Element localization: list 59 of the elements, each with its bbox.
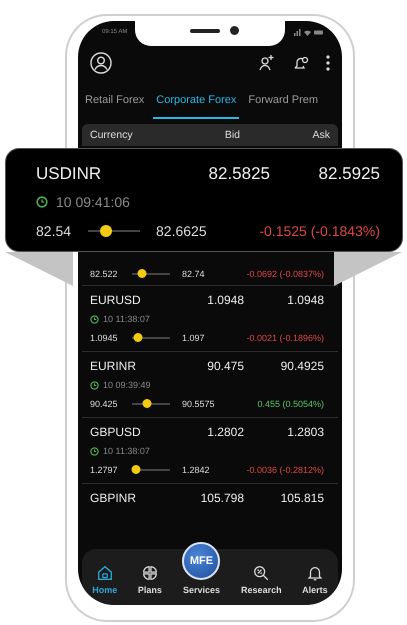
tab[interactable]: Retail Forex <box>82 83 148 119</box>
currency-pair: GBPINR <box>90 491 138 505</box>
nav-item[interactable]: Home <box>92 564 118 595</box>
ask-price: 1.0948 <box>286 293 324 307</box>
column-header: Currency <box>90 129 134 141</box>
timestamp: 10 11:38:07 <box>103 446 150 456</box>
status-icons <box>294 28 324 36</box>
home-icon <box>96 564 114 582</box>
currency-pair: EURINR <box>90 359 138 373</box>
nav-item[interactable]: Plans <box>138 564 162 595</box>
rate-row[interactable]: GBPUSD 1.2802 1.2803 10 11:38:07 1.2797 1.2842 -0.0036 (-0.2812%) <box>82 418 338 484</box>
price-change: -0.0036 (-0.2812%) <box>245 465 324 475</box>
bell-icon <box>306 564 324 582</box>
nav-item[interactable]: Alerts <box>302 564 328 595</box>
currency-pair: USDINR <box>36 164 102 184</box>
column-header: Ask <box>311 129 330 141</box>
low-price: 90.425 <box>90 399 119 409</box>
low-price: 82.522 <box>90 269 119 279</box>
rate-row[interactable]: EURINR 90.475 90.4925 10 09:39:49 90.425 90.5575 0.455 (0.5054%) <box>82 352 338 418</box>
nav-item[interactable]: Research <box>241 564 282 595</box>
profile-icon[interactable] <box>90 52 112 74</box>
bid-price: 1.0948 <box>206 293 244 307</box>
price-change: -0.0021 (-0.1896%) <box>245 333 324 343</box>
bid-price: 105.798 <box>200 491 244 505</box>
clock-icon <box>90 314 99 324</box>
high-price: 90.5575 <box>182 399 216 409</box>
timestamp: 10 09:41:06 <box>56 194 130 210</box>
currency-pair: EURUSD <box>90 293 142 307</box>
add-user-icon[interactable] <box>258 54 276 72</box>
tab[interactable]: Corporate Forex <box>153 83 240 119</box>
ask-price: 1.2803 <box>286 425 324 439</box>
ask-price: 105.815 <box>280 491 324 505</box>
low-price: 1.2797 <box>90 465 119 475</box>
more-icon[interactable] <box>326 55 330 71</box>
bid-price: 90.475 <box>206 359 244 373</box>
high-price: 82.74 <box>182 269 206 279</box>
low-price: 1.0945 <box>90 333 119 343</box>
clock-icon <box>90 446 99 456</box>
ask-price: 82.5925 <box>318 164 380 184</box>
price-change: -0.1525 (-0.1843%) <box>258 223 380 239</box>
price-change: -0.0692 (-0.0837%) <box>245 269 324 279</box>
clock-icon <box>36 196 48 208</box>
plans-icon <box>140 564 159 582</box>
timestamp: 10 11:38:07 <box>103 314 150 324</box>
low-price: 82.54 <box>36 223 72 239</box>
bid-price: 82.5825 <box>208 164 270 184</box>
column-header: Bid <box>224 129 240 141</box>
clock-icon <box>90 380 99 390</box>
high-price: 82.6625 <box>156 223 208 239</box>
timestamp: 10 09:39:49 <box>103 380 151 390</box>
magnifier-percent-icon <box>252 564 270 582</box>
high-price: 1.2842 <box>182 465 211 475</box>
high-price: 1.097 <box>182 333 206 343</box>
price-change: 0.455 (0.5054%) <box>256 399 324 409</box>
ask-price: 90.4925 <box>280 359 324 373</box>
bid-price: 1.2802 <box>206 425 244 439</box>
rate-row[interactable]: EURUSD 1.0948 1.0948 10 11:38:07 1.0945 1.097 -0.0021 (-0.1896%) <box>82 286 338 352</box>
tab[interactable]: Forward Prem <box>245 83 322 119</box>
currency-pair: GBPUSD <box>90 425 142 439</box>
